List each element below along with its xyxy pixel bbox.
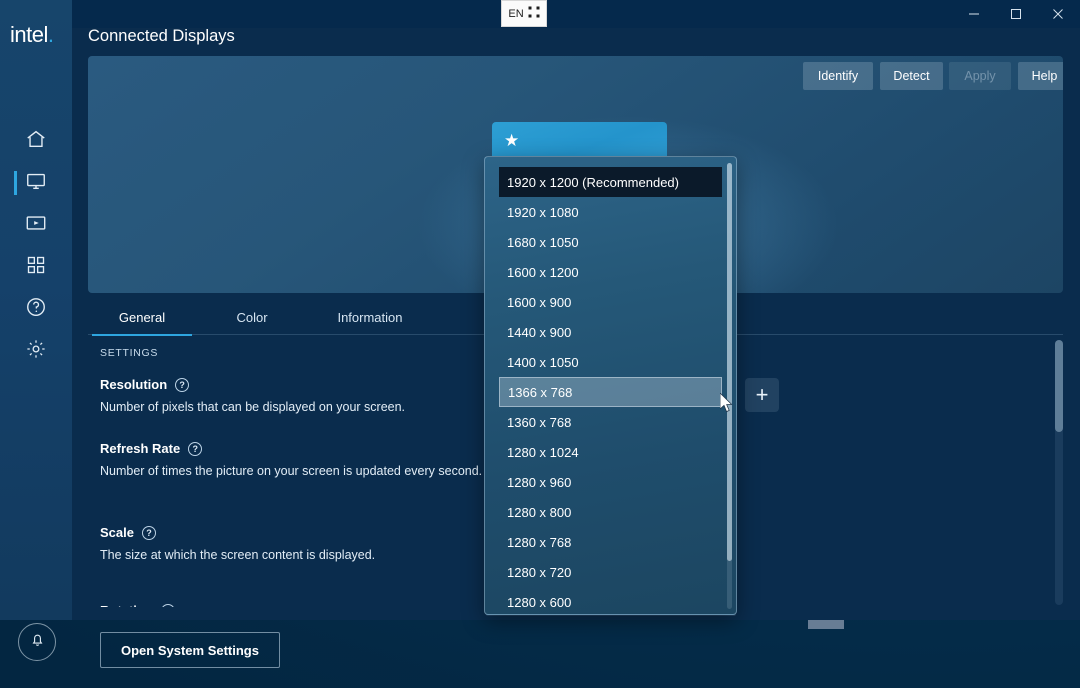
apply-button[interactable]: Apply — [949, 62, 1011, 90]
sidebar-item-support[interactable] — [0, 288, 72, 330]
setting-description: The size at which the screen content is … — [100, 545, 520, 565]
setting-title: Refresh Rate — [100, 441, 180, 456]
settings-section-label: SETTINGS — [100, 347, 158, 359]
dropdown-option[interactable]: 1400 x 1050 — [499, 347, 722, 377]
question-circle-icon[interactable]: ? — [142, 526, 156, 540]
setting-scale: Scale ? The size at which the screen con… — [100, 525, 520, 565]
dropdown-option[interactable]: 1280 x 768 — [499, 527, 722, 557]
dropdown-option[interactable]: 1280 x 1024 — [499, 437, 722, 467]
maximize-icon — [1010, 8, 1022, 20]
tab-information[interactable]: Information — [310, 299, 430, 335]
detect-button[interactable]: Detect — [880, 62, 943, 90]
page-title: Connected Displays — [88, 27, 235, 46]
preview-toolbar: Identify Detect Apply Help — [88, 56, 1063, 96]
dropdown-option[interactable]: 1280 x 800 — [499, 497, 722, 527]
open-system-settings-button[interactable]: Open System Settings — [100, 632, 280, 668]
close-icon — [1052, 8, 1064, 20]
minimize-button[interactable] — [951, 0, 997, 28]
setting-refresh-rate: Refresh Rate ? Number of times the pictu… — [100, 441, 520, 481]
dropdown-options: 1920 x 1200 (Recommended)1920 x 10801680… — [485, 167, 736, 615]
intel-logo-dot: . — [48, 22, 54, 47]
sidebar-item-video[interactable] — [0, 204, 72, 246]
dropdown-option[interactable]: 1280 x 720 — [499, 557, 722, 587]
notifications-button[interactable] — [18, 623, 56, 661]
dropdown-option[interactable]: 1920 x 1080 — [499, 197, 722, 227]
home-icon — [25, 128, 47, 155]
setting-title: Rotation — [100, 603, 153, 607]
intel-logo: intel. — [10, 22, 66, 48]
dropdown-option[interactable]: 1366 x 768 — [499, 377, 722, 407]
tab-color[interactable]: Color — [212, 299, 292, 335]
sidebar-rail: intel. — [0, 0, 72, 620]
sidebar-item-display[interactable] — [0, 162, 72, 204]
bell-icon — [29, 631, 46, 653]
close-button[interactable] — [1035, 0, 1080, 28]
identify-button[interactable]: Identify — [803, 62, 873, 90]
sidebar-item-home[interactable] — [0, 120, 72, 162]
dropdown-option[interactable]: 1600 x 1200 — [499, 257, 722, 287]
dropdown-option[interactable]: 1280 x 960 — [499, 467, 722, 497]
dropdown-option[interactable]: 1440 x 900 — [499, 317, 722, 347]
dropdown-option[interactable]: 1280 x 600 — [499, 587, 722, 615]
language-indicator[interactable]: EN — [501, 0, 547, 27]
minimize-icon — [968, 8, 980, 20]
dropdown-scrollbar-thumb[interactable] — [727, 163, 732, 561]
question-circle-icon[interactable]: ? — [175, 378, 189, 392]
language-code: EN — [508, 8, 523, 20]
help-button[interactable]: Help — [1018, 62, 1063, 90]
question-circle-icon[interactable]: ? — [161, 604, 175, 608]
setting-description: Number of pixels that can be displayed o… — [100, 397, 520, 417]
grid-apps-icon — [26, 255, 46, 280]
sidebar-item-apps[interactable] — [0, 246, 72, 288]
setting-description: Number of times the picture on your scre… — [100, 461, 520, 481]
setting-title: Scale — [100, 525, 134, 540]
video-icon — [25, 212, 47, 239]
primary-display-star-icon: ★ — [504, 132, 519, 149]
maximize-button[interactable] — [993, 0, 1039, 28]
dropdown-option[interactable]: 1600 x 900 — [499, 287, 722, 317]
question-circle-icon[interactable]: ? — [188, 442, 202, 456]
setting-rotation: Rotation ? — [100, 603, 520, 607]
bottom-bar: Open System Settings — [0, 620, 1080, 688]
setting-title: Resolution — [100, 377, 167, 392]
sidebar-item-settings[interactable] — [0, 330, 72, 372]
dropdown-option[interactable]: 1680 x 1050 — [499, 227, 722, 257]
intel-logo-text: intel — [10, 22, 48, 47]
tab-general[interactable]: General — [92, 299, 192, 335]
gear-icon — [25, 338, 47, 365]
resolution-dropdown-list[interactable]: 1920 x 1200 (Recommended)1920 x 10801680… — [484, 156, 737, 615]
title-bar: EN — [0, 0, 1080, 28]
dropdown-option[interactable]: 1920 x 1200 (Recommended) — [499, 167, 722, 197]
setting-resolution: Resolution ? Number of pixels that can b… — [100, 377, 520, 417]
settings-scrollbar-thumb[interactable] — [1055, 340, 1063, 432]
dropdown-option[interactable]: 1360 x 768 — [499, 407, 722, 437]
question-circle-icon — [25, 296, 47, 323]
monitor-icon — [25, 170, 47, 197]
ime-mode-icon — [528, 6, 540, 21]
